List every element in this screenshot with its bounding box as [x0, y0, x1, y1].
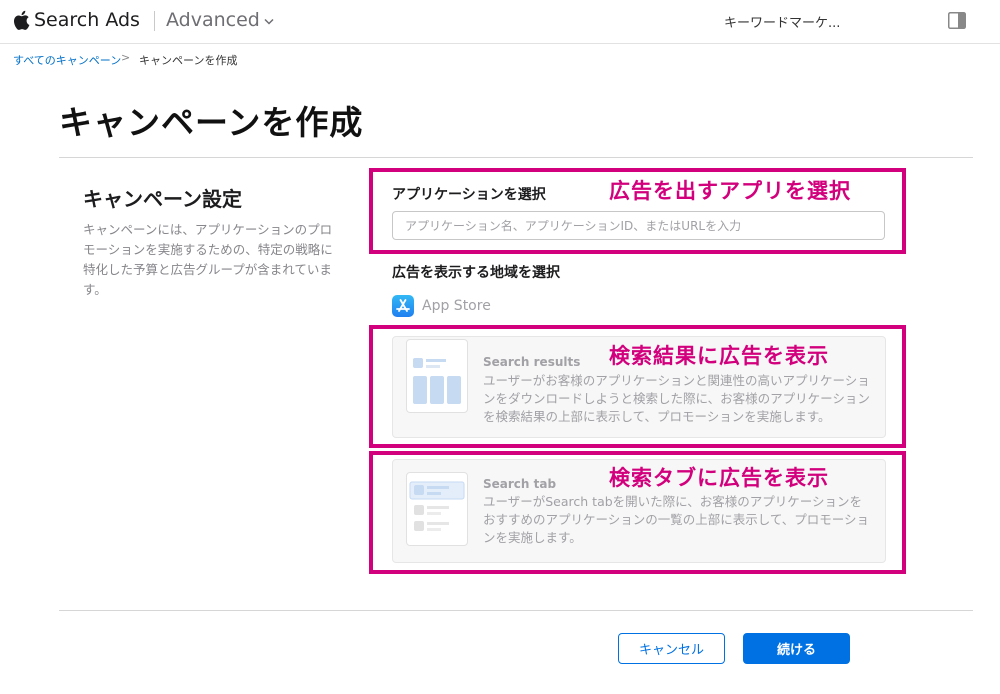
chevron-down-icon [264, 18, 274, 25]
annotation-label-search-tab: 検索タブに広告を表示 [609, 466, 829, 490]
top-bar [0, 0, 1000, 44]
bottom-divider [59, 610, 973, 611]
sidebar-toggle-icon[interactable] [948, 12, 966, 29]
continue-button[interactable]: 続ける [743, 633, 850, 664]
mode-label: Advanced [166, 9, 260, 31]
breadcrumb-all-campaigns[interactable]: すべてのキャンペーン [13, 52, 121, 68]
brand-name: Search Ads [34, 9, 140, 31]
page-title: キャンペーンを作成 [59, 103, 364, 142]
app-store-label: App Store [422, 298, 491, 314]
apple-logo-icon [14, 10, 30, 30]
breadcrumb-current: キャンペーンを作成 [139, 54, 238, 67]
section-description: キャンペーンには、アプリケーションのプロモーションを実施するための、特定の戦略に… [83, 222, 333, 297]
section-title: キャンペーン設定 [83, 187, 242, 211]
account-menu[interactable]: キーワードマーケ... [724, 12, 840, 31]
header-divider [154, 11, 155, 31]
top-divider [59, 157, 973, 158]
cancel-button[interactable]: キャンセル [618, 633, 725, 664]
region-label: 広告を表示する地域を選択 [392, 265, 560, 281]
annotation-label-app-select: 広告を出すアプリを選択 [609, 179, 851, 203]
mode-switcher[interactable]: Advanced [166, 9, 274, 31]
breadcrumb-separator-icon: > [121, 51, 131, 64]
app-store-icon [392, 295, 414, 317]
annotation-label-search-results: 検索結果に広告を表示 [609, 344, 829, 368]
